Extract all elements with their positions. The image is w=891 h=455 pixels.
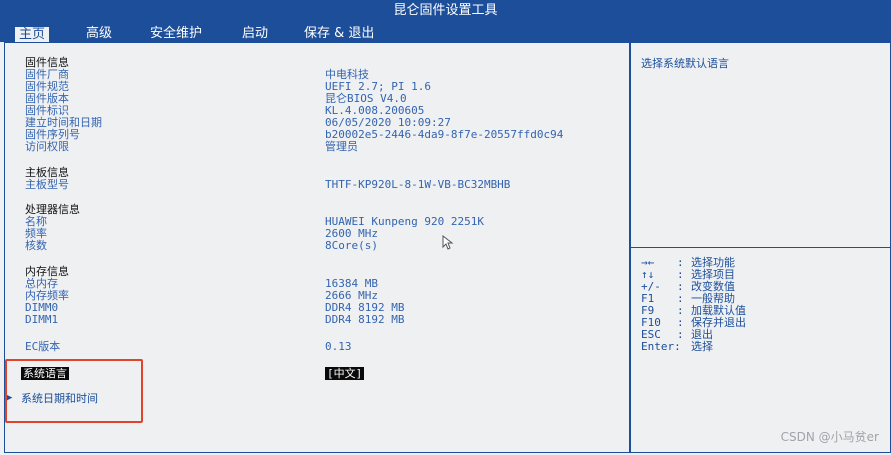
- help-divider: [631, 247, 890, 248]
- access-level-value: 管理员: [325, 140, 358, 153]
- tab-advanced[interactable]: 高级: [82, 26, 116, 42]
- help-key-row: Enter: 选择: [641, 341, 713, 353]
- access-level-label: 访问权限: [25, 140, 69, 153]
- ec-version-label: EC版本: [25, 340, 61, 353]
- board-model-label: 主板型号: [25, 178, 69, 191]
- tab-save-exit[interactable]: 保存 & 退出: [300, 26, 378, 42]
- ec-version-value: 0.13: [325, 340, 352, 353]
- main-panel: 固件信息 固件厂商 中电科技 固件规范 UEFI 2.7; PI 1.6 固件版…: [4, 42, 630, 453]
- mouse-cursor-icon: [442, 235, 454, 250]
- tab-boot[interactable]: 启动: [238, 26, 272, 42]
- dimm1-label: DIMM1: [25, 313, 59, 326]
- system-language-value[interactable]: [中文]: [325, 367, 365, 380]
- tab-security[interactable]: 安全维护: [146, 26, 206, 42]
- board-model-value: THTF-KP920L-8-1W-VB-BC32MBHB: [325, 178, 511, 191]
- help-panel: 选择系统默认语言 →←: 选择功能 ↑↓: 选择项目 +/-: 改变数值 F1: 一般帮…: [630, 42, 891, 453]
- help-action: 选择: [691, 340, 713, 353]
- window-title: 昆仑固件设置工具: [0, 0, 891, 22]
- help-key: Enter:: [641, 340, 681, 353]
- cpu-cores-label: 核数: [25, 239, 47, 252]
- dimm1-value: DDR4 8192 MB: [325, 313, 405, 326]
- menu-bar: 主页 高级 安全维护 启动 保存 & 退出: [0, 22, 891, 42]
- cpu-cores-value: 8Core(s): [325, 239, 378, 252]
- watermark-text: CSDN @小马贫er: [780, 430, 879, 444]
- annotation-highlight-box: [5, 359, 143, 423]
- help-description: 选择系统默认语言: [641, 57, 729, 70]
- firmware-serial-value: b20002e5-2446-4da9-8f7e-20557ffd0c94: [325, 128, 564, 141]
- tab-main[interactable]: 主页: [14, 26, 51, 42]
